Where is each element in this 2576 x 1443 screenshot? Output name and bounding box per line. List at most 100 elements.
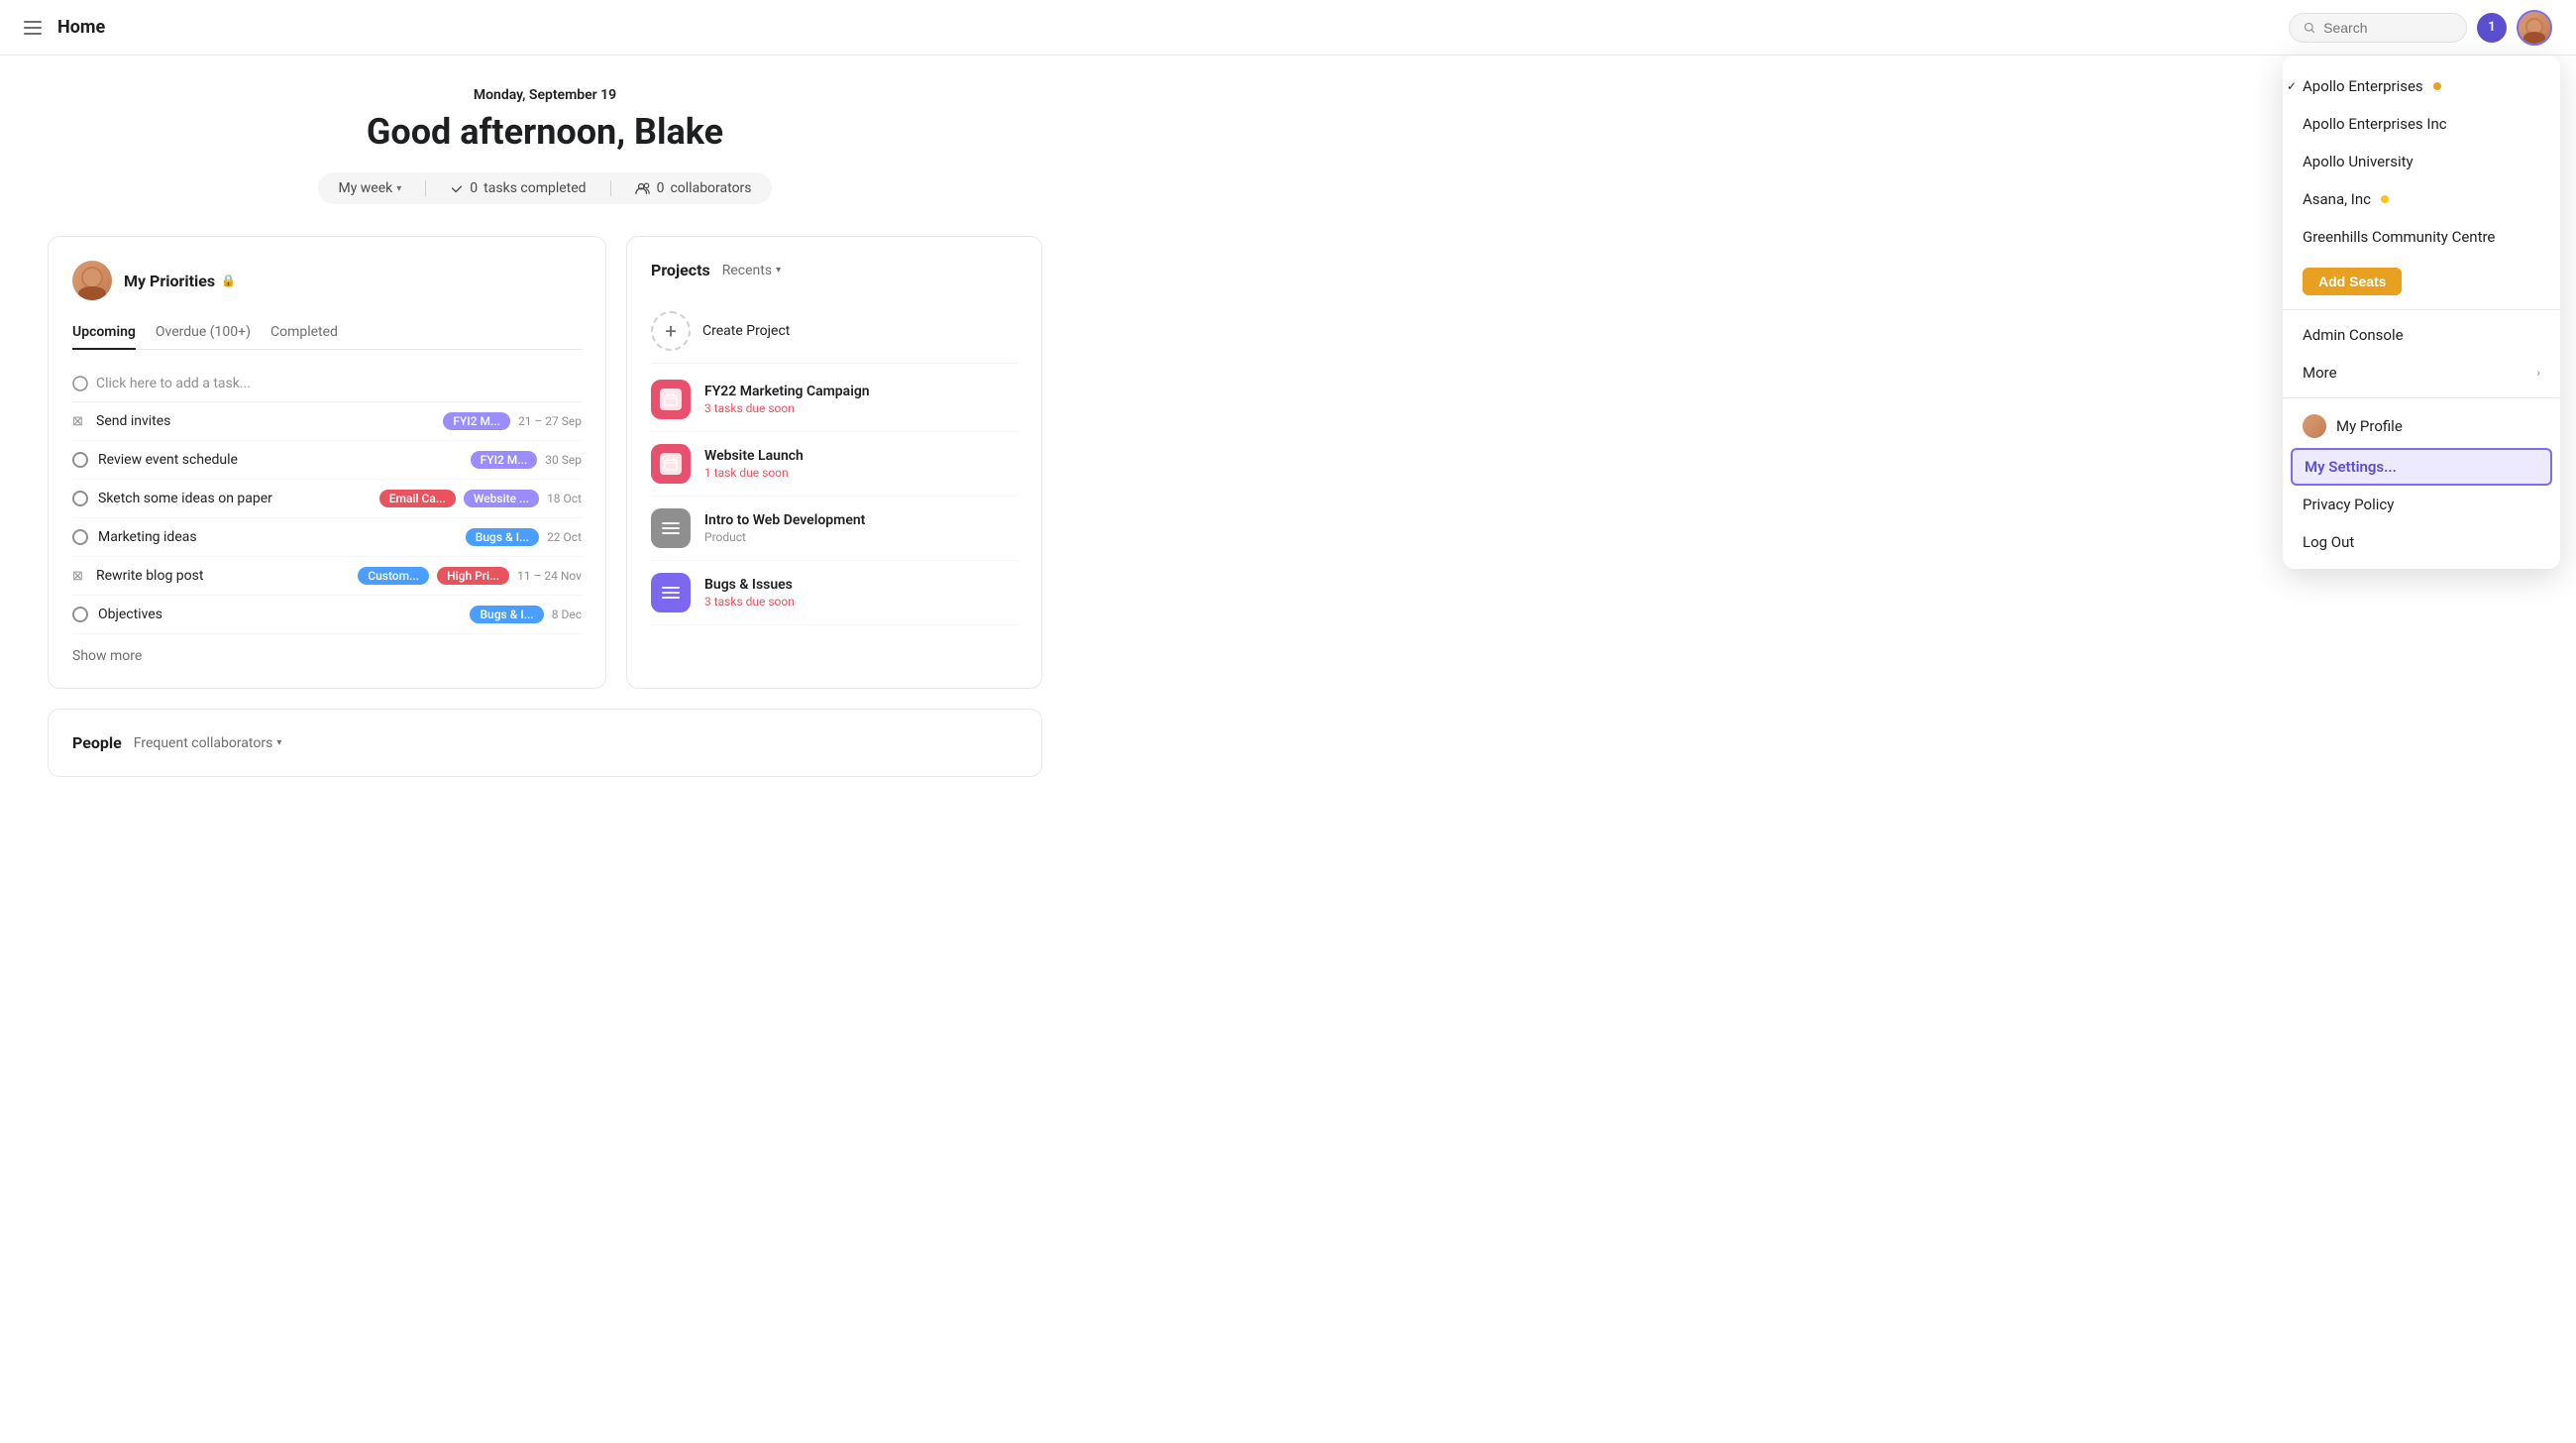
chevron-right-icon: › bbox=[2536, 366, 2540, 380]
chevron-down-icon: ▾ bbox=[276, 737, 281, 748]
task-date: 21 – 27 Sep bbox=[518, 414, 582, 428]
profile-avatar bbox=[2303, 414, 2326, 438]
task-date: 22 Oct bbox=[547, 530, 582, 544]
list-item[interactable]: FY22 Marketing Campaign 3 tasks due soon bbox=[651, 368, 1018, 432]
project-icon-intro bbox=[651, 508, 691, 548]
more-label: More bbox=[2303, 364, 2337, 382]
project-subtitle: 1 task due soon bbox=[704, 466, 804, 480]
org-item-apollo-enterprises-inc[interactable]: Apollo Enterprises Inc bbox=[2283, 105, 2560, 143]
week-label: My week bbox=[338, 180, 392, 196]
project-subtitle: Product bbox=[704, 530, 865, 544]
admin-console-item[interactable]: Admin Console bbox=[2283, 316, 2560, 354]
notification-badge[interactable]: 1 bbox=[2477, 13, 2507, 43]
stat-divider-2 bbox=[610, 180, 611, 196]
task-left: ⊠ Rewrite blog post bbox=[72, 568, 358, 584]
priorities-title: My Priorities 🔒 bbox=[124, 272, 236, 290]
task-name: Rewrite blog post bbox=[96, 568, 203, 584]
task-tag[interactable]: FYI2 M... bbox=[471, 451, 538, 469]
task-right: FYI2 M... 21 – 27 Sep bbox=[443, 412, 582, 430]
project-icon-fy22 bbox=[651, 380, 691, 419]
org-item-apollo-enterprises[interactable]: Apollo Enterprises bbox=[2283, 67, 2560, 105]
project-info: Website Launch 1 task due soon bbox=[704, 448, 804, 480]
task-tag[interactable]: Custom... bbox=[358, 567, 429, 585]
status-dot bbox=[2381, 195, 2389, 203]
week-selector[interactable]: My week ▾ bbox=[338, 180, 401, 196]
org-item-greenhills[interactable]: Greenhills Community Centre bbox=[2283, 218, 2560, 256]
create-project-icon: + bbox=[651, 311, 691, 351]
status-dot bbox=[2433, 82, 2441, 90]
tab-upcoming[interactable]: Upcoming bbox=[72, 316, 136, 350]
avatar-button[interactable] bbox=[2517, 10, 2552, 46]
tasks-completed-stat: 0 tasks completed bbox=[450, 180, 586, 196]
task-tag[interactable]: Email Ca... bbox=[379, 490, 456, 507]
chevron-down-icon: ▾ bbox=[776, 265, 781, 276]
hero-greeting: Good afternoon, Blake bbox=[48, 111, 1042, 153]
collaborators-count: 0 bbox=[657, 180, 665, 196]
task-date: 18 Oct bbox=[547, 492, 582, 505]
my-profile-item[interactable]: My Profile bbox=[2283, 404, 2560, 448]
app-title: Home bbox=[57, 17, 105, 38]
org-name: Apollo Enterprises Inc bbox=[2303, 115, 2447, 133]
project-name: FY22 Marketing Campaign bbox=[704, 384, 870, 399]
task-right: Bugs & I... 22 Oct bbox=[466, 528, 582, 546]
priorities-card: My Priorities 🔒 Upcoming Overdue (100+) … bbox=[48, 236, 606, 689]
list-item[interactable]: Website Launch 1 task due soon bbox=[651, 432, 1018, 497]
lock-icon: 🔒 bbox=[221, 274, 236, 287]
circle-check-icon bbox=[72, 529, 88, 545]
top-nav: Home 1 bbox=[0, 0, 2576, 56]
table-row: Objectives Bugs & I... 8 Dec bbox=[72, 596, 582, 634]
show-more-button[interactable]: Show more bbox=[72, 634, 142, 664]
dropdown-divider bbox=[2283, 309, 2560, 310]
org-item-asana-inc[interactable]: Asana, Inc bbox=[2283, 180, 2560, 218]
task-tag[interactable]: Bugs & I... bbox=[466, 528, 539, 546]
org-name: Greenhills Community Centre bbox=[2303, 228, 2495, 246]
list-item[interactable]: Intro to Web Development Product bbox=[651, 497, 1018, 561]
list-icon bbox=[660, 517, 682, 539]
search-input[interactable] bbox=[2323, 20, 2452, 36]
list-icon bbox=[660, 582, 682, 604]
log-out-label: Log Out bbox=[2303, 533, 2354, 551]
organizations-section: Apollo Enterprises Apollo Enterprises In… bbox=[2283, 63, 2560, 260]
freq-selector[interactable]: Frequent collaborators ▾ bbox=[134, 735, 282, 751]
add-task-row[interactable]: Click here to add a task... bbox=[72, 366, 582, 402]
tasks-completed-label: tasks completed bbox=[483, 180, 586, 196]
dropdown-menu: Apollo Enterprises Apollo Enterprises In… bbox=[2283, 56, 2560, 569]
my-profile-label: My Profile bbox=[2336, 417, 2403, 435]
org-item-apollo-university[interactable]: Apollo University bbox=[2283, 143, 2560, 180]
circle-check-icon bbox=[72, 452, 88, 468]
org-name: Asana, Inc bbox=[2303, 190, 2371, 208]
priorities-header: My Priorities 🔒 bbox=[72, 261, 582, 300]
task-name: Sketch some ideas on paper bbox=[98, 491, 272, 506]
more-item[interactable]: More › bbox=[2283, 354, 2560, 391]
create-project-button[interactable]: + Create Project bbox=[651, 299, 1018, 364]
my-settings-item[interactable]: My Settings... bbox=[2291, 448, 2552, 486]
task-right: FYI2 M... 30 Sep bbox=[471, 451, 582, 469]
task-tag-2[interactable]: High Pri... bbox=[437, 567, 509, 585]
add-task-label: Click here to add a task... bbox=[96, 376, 251, 391]
priorities-title-area: My Priorities 🔒 bbox=[124, 272, 236, 290]
search-box[interactable] bbox=[2289, 13, 2467, 43]
tab-overdue[interactable]: Overdue (100+) bbox=[156, 316, 251, 350]
projects-title: Projects bbox=[651, 261, 710, 279]
nav-right: 1 bbox=[2289, 10, 2552, 46]
projects-header: Projects Recents ▾ bbox=[651, 261, 1018, 279]
admin-console-label: Admin Console bbox=[2303, 326, 2404, 344]
hamburger-menu[interactable] bbox=[24, 21, 42, 35]
circle-check-icon bbox=[72, 607, 88, 622]
task-tag-2[interactable]: Website ... bbox=[464, 490, 539, 507]
hero-stats: My week ▾ 0 tasks completed 0 bbox=[318, 172, 771, 204]
add-seats-button[interactable]: Add Seats bbox=[2303, 268, 2402, 295]
project-name: Website Launch bbox=[704, 448, 804, 464]
freq-label: Frequent collaborators bbox=[134, 735, 273, 751]
log-out-item[interactable]: Log Out bbox=[2283, 523, 2560, 561]
hourglass-icon: ⊠ bbox=[72, 569, 86, 583]
tab-completed[interactable]: Completed bbox=[270, 316, 338, 350]
list-item[interactable]: Bugs & Issues 3 tasks due soon bbox=[651, 561, 1018, 625]
table-row: ⊠ Rewrite blog post Custom... High Pri..… bbox=[72, 557, 582, 596]
privacy-policy-item[interactable]: Privacy Policy bbox=[2283, 486, 2560, 523]
table-row: Review event schedule FYI2 M... 30 Sep bbox=[72, 441, 582, 480]
task-right: Email Ca... Website ... 18 Oct bbox=[379, 490, 582, 507]
recents-selector[interactable]: Recents ▾ bbox=[722, 263, 781, 278]
task-tag[interactable]: FYI2 M... bbox=[443, 412, 510, 430]
task-tag[interactable]: Bugs & I... bbox=[470, 606, 543, 623]
